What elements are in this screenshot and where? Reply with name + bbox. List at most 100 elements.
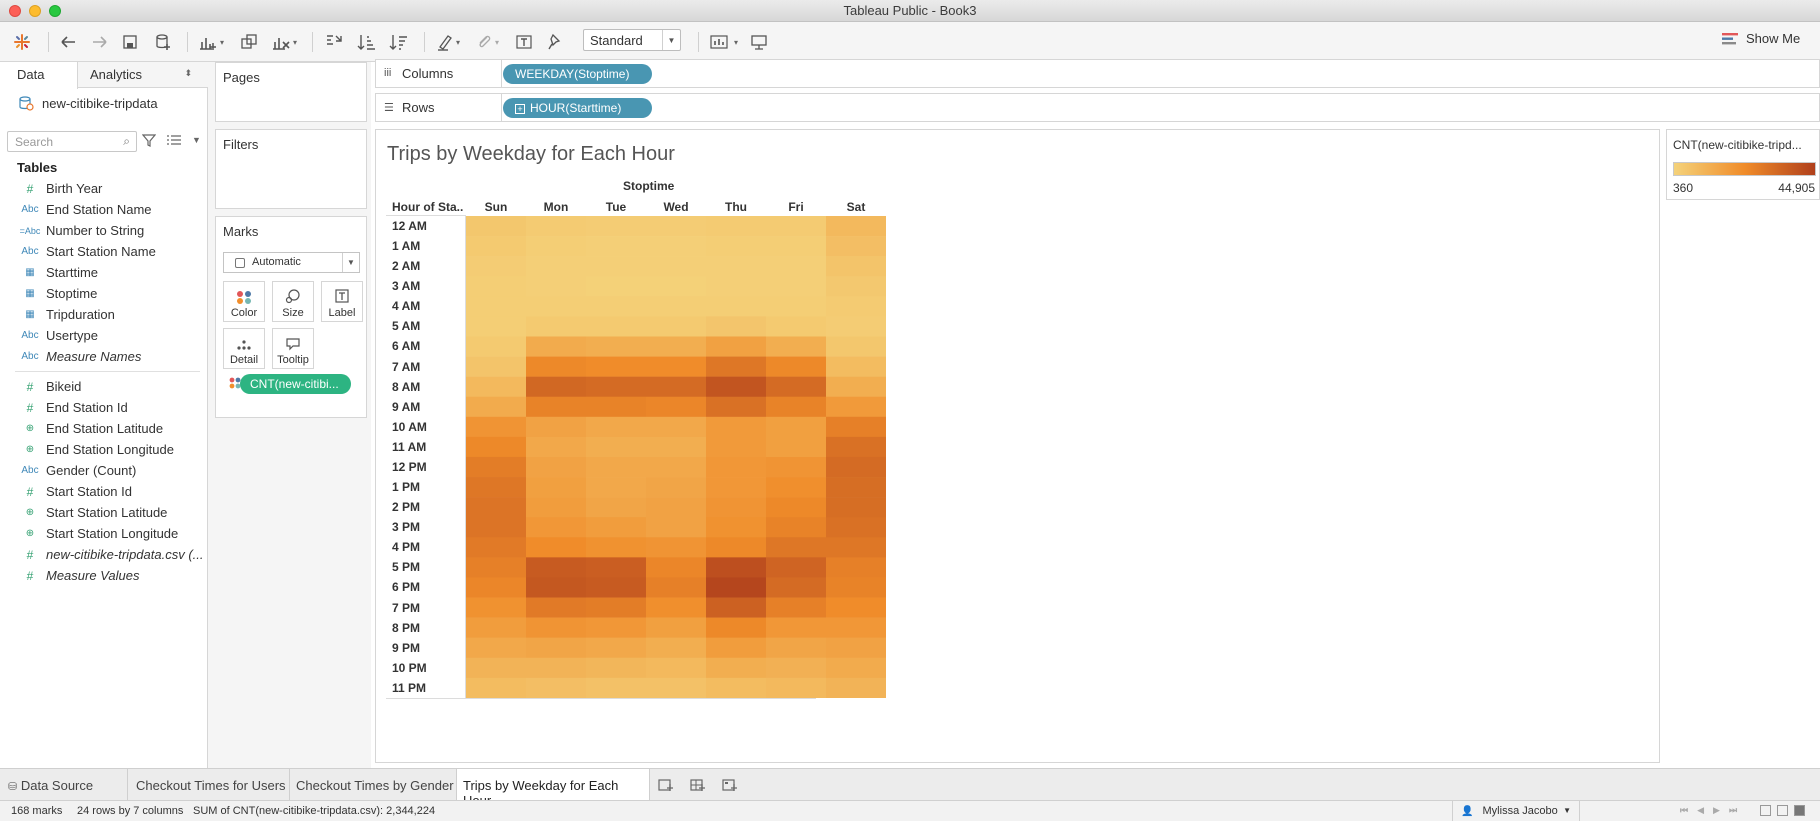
heatmap-cell[interactable] xyxy=(586,497,646,518)
field-item[interactable]: Abc End Station Name xyxy=(0,199,207,220)
color-button[interactable]: Color xyxy=(223,281,265,322)
heatmap-cell[interactable] xyxy=(526,316,586,337)
heatmap-cell[interactable] xyxy=(766,477,826,498)
heatmap-cell[interactable] xyxy=(586,296,646,317)
heatmap-cell[interactable] xyxy=(706,477,766,498)
new-worksheet-tab-icon[interactable] xyxy=(656,776,676,794)
heatmap-cell[interactable] xyxy=(466,396,526,418)
heatmap-cell[interactable] xyxy=(706,537,766,558)
heatmap-cell[interactable] xyxy=(766,416,826,438)
heatmap-cell[interactable] xyxy=(646,296,706,317)
heatmap-cell[interactable] xyxy=(526,416,586,438)
row-header[interactable]: 8 AM xyxy=(392,380,472,394)
prev-sheet-icon[interactable]: ◀ xyxy=(1697,805,1704,816)
first-sheet-icon[interactable]: ⏮ xyxy=(1680,805,1688,816)
heatmap-cell[interactable] xyxy=(826,276,886,297)
heatmap-cell[interactable] xyxy=(466,296,526,317)
color-field-pill[interactable]: CNT(new-citibi... xyxy=(240,374,351,394)
heatmap-cell[interactable] xyxy=(466,517,526,538)
tab-checkout-times-users[interactable]: Checkout Times for Users xyxy=(128,769,290,800)
heatmap-cell[interactable] xyxy=(826,216,886,237)
heatmap-cell[interactable] xyxy=(586,396,646,418)
row-header[interactable]: 6 AM xyxy=(392,339,472,353)
heatmap-cell[interactable] xyxy=(586,236,646,257)
pages-card[interactable]: Pages xyxy=(215,62,367,122)
new-worksheet-icon[interactable]: ▾ xyxy=(198,30,224,54)
size-button[interactable]: Size xyxy=(272,281,314,322)
field-item[interactable]: =Abc Number to String xyxy=(0,220,207,241)
field-item[interactable]: Abc Start Station Name xyxy=(0,241,207,262)
field-item[interactable]: ▦ Starttime xyxy=(0,262,207,283)
field-item[interactable]: Abc Measure Names xyxy=(0,346,207,367)
heatmap-cell[interactable] xyxy=(526,436,586,458)
row-header[interactable]: 12 PM xyxy=(392,460,472,474)
heatmap-cell[interactable] xyxy=(706,517,766,538)
heatmap-cell[interactable] xyxy=(826,256,886,277)
heatmap-cell[interactable] xyxy=(766,597,826,618)
heatmap-cell[interactable] xyxy=(586,517,646,538)
heatmap-cell[interactable] xyxy=(826,316,886,337)
heatmap-cell[interactable] xyxy=(706,657,766,679)
row-header[interactable]: 7 AM xyxy=(392,360,472,374)
datasource-item[interactable]: new-citibike-tripdata xyxy=(18,95,158,111)
heatmap-cell[interactable] xyxy=(586,557,646,578)
view-list-icon[interactable] xyxy=(166,134,182,146)
field-item[interactable]: ⊕ End Station Latitude xyxy=(0,418,207,439)
heatmap-cell[interactable] xyxy=(466,336,526,357)
field-item[interactable]: # new-citibike-tripdata.csv (... xyxy=(0,544,207,565)
fit-dropdown[interactable]: Standard ▼ xyxy=(583,29,681,51)
tab-data-source[interactable]: ⛁ Data Source xyxy=(0,769,128,800)
tab-checkout-times-gender[interactable]: Checkout Times by Gender xyxy=(290,769,457,800)
color-legend[interactable]: CNT(new-citibike-tripd... 360 44,905 xyxy=(1666,129,1820,200)
row-header[interactable]: 3 AM xyxy=(392,279,472,293)
heatmap-cell[interactable] xyxy=(586,456,646,478)
heatmap-cell[interactable] xyxy=(586,677,646,698)
column-header-thu[interactable]: Thu xyxy=(706,200,766,214)
last-sheet-icon[interactable]: ⏭ xyxy=(1729,805,1737,816)
heatmap-cell[interactable] xyxy=(466,577,526,598)
heatmap-cell[interactable] xyxy=(826,557,886,578)
heatmap-cell[interactable] xyxy=(766,517,826,538)
field-item[interactable]: # End Station Id xyxy=(0,397,207,418)
field-item[interactable]: ▦ Stoptime xyxy=(0,283,207,304)
heatmap-cell[interactable] xyxy=(646,256,706,277)
row-header[interactable]: 10 AM xyxy=(392,420,472,434)
heatmap-cell[interactable] xyxy=(706,557,766,578)
chevron-down-icon[interactable]: ▾ xyxy=(495,38,499,47)
heatmap-cell[interactable] xyxy=(586,336,646,357)
columns-pill[interactable]: WEEKDAY(Stoptime) xyxy=(503,64,652,84)
heatmap-cell[interactable] xyxy=(826,637,886,659)
heatmap-cell[interactable] xyxy=(526,336,586,357)
heatmap-cell[interactable] xyxy=(466,677,526,698)
heatmap-cell[interactable] xyxy=(766,657,826,679)
row-header[interactable]: 4 PM xyxy=(392,540,472,554)
sheet-sorter-icon[interactable] xyxy=(1760,805,1771,816)
heatmap-cell[interactable] xyxy=(526,296,586,317)
heatmap-cell[interactable] xyxy=(826,477,886,498)
heatmap-cell[interactable] xyxy=(646,316,706,337)
heatmap-cell[interactable] xyxy=(466,216,526,237)
heatmap-cell[interactable] xyxy=(826,517,886,538)
field-item[interactable]: # Birth Year xyxy=(0,178,207,199)
rows-shelf[interactable]: ☰ Rows + HOUR(Starttime) xyxy=(375,93,1820,122)
heatmap-cell[interactable] xyxy=(766,396,826,418)
heatmap-cell[interactable] xyxy=(466,597,526,618)
heatmap-cell[interactable] xyxy=(646,537,706,558)
heatmap-cell[interactable] xyxy=(646,456,706,478)
heatmap-cell[interactable] xyxy=(586,537,646,558)
heatmap-cell[interactable] xyxy=(826,497,886,518)
heatmap-cell[interactable] xyxy=(646,617,706,638)
heatmap-cell[interactable] xyxy=(586,216,646,237)
row-header[interactable]: 1 AM xyxy=(392,239,472,253)
field-item[interactable]: Abc Usertype xyxy=(0,325,207,346)
heatmap-cell[interactable] xyxy=(646,396,706,418)
heatmap-cell[interactable] xyxy=(526,276,586,297)
heatmap-cell[interactable] xyxy=(466,617,526,638)
field-item[interactable]: ⊕ Start Station Latitude xyxy=(0,502,207,523)
tab-trips-by-weekday[interactable]: Trips by Weekday for Each Hour xyxy=(457,769,650,808)
heatmap-cell[interactable] xyxy=(646,336,706,357)
row-field-header[interactable]: Hour of Sta.. xyxy=(392,200,463,214)
heatmap-cell[interactable] xyxy=(586,477,646,498)
heatmap[interactable] xyxy=(466,216,886,698)
heatmap-cell[interactable] xyxy=(826,336,886,357)
